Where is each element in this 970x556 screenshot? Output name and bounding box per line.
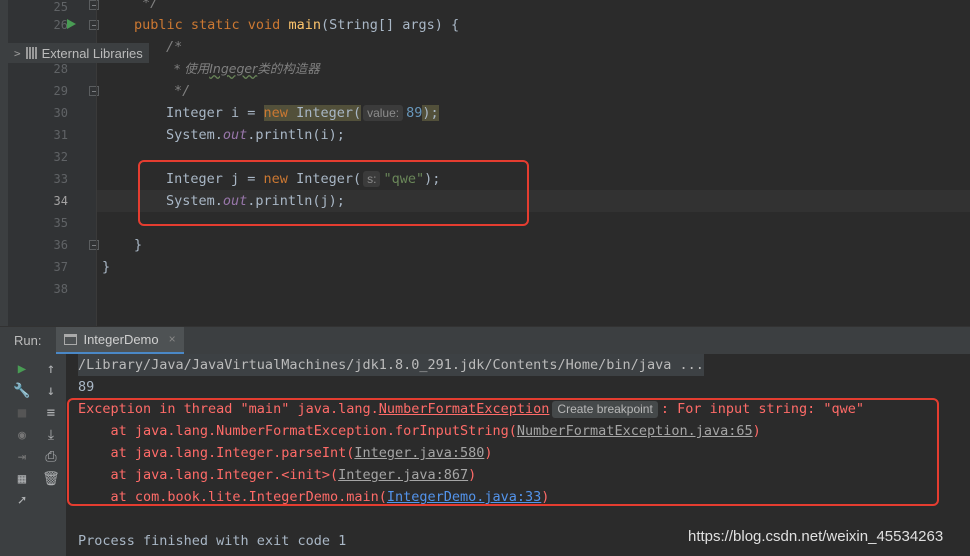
highlight-box-exception — [67, 398, 939, 506]
line-number: 28 — [53, 62, 68, 76]
wrench-icon[interactable]: 🔧 — [11, 380, 33, 402]
pin-icon[interactable]: ➚ — [11, 490, 33, 512]
code-token: .println(i); — [247, 127, 345, 143]
camera-icon[interactable]: ◉ — [11, 424, 33, 446]
external-libraries-label: External Libraries — [41, 45, 143, 61]
run-label: Run: — [14, 333, 42, 348]
exit-icon[interactable]: ⇥ — [11, 446, 33, 468]
line-number: 34 — [53, 194, 68, 208]
console-exit-line: Process finished with exit code 1 — [78, 533, 347, 549]
console-command-line: /Library/Java/JavaVirtualMachines/jdk1.8… — [78, 354, 704, 376]
code-token: * 使用 — [174, 61, 210, 76]
code-line-30: Integer i = new Integer(value: 89); — [166, 102, 439, 124]
run-toolbar: ▶ 🔧 ■ ◉ ⇥ ▦ ➚ ↑ ↓ ≡ ⤓ ⎙ 🗑 — [0, 354, 66, 556]
code-line-27: /* — [166, 39, 183, 55]
code-token: System. — [166, 127, 223, 143]
line-number: 26 — [53, 18, 68, 32]
arrow-down-icon[interactable]: ↓ — [40, 380, 62, 402]
code-line-37: } — [102, 259, 111, 275]
play-icon[interactable]: ▶ — [11, 358, 33, 380]
line-number: 29 — [53, 84, 68, 98]
close-icon[interactable]: × — [169, 332, 176, 346]
code-line-28: * 使用Ingeger类的构造器 — [174, 58, 320, 80]
line-number: 31 — [53, 128, 68, 142]
code-token: out — [222, 127, 248, 143]
code-line-31: System.out.println(i); — [166, 124, 345, 146]
tab-title: IntegerDemo — [83, 331, 159, 347]
fold-icon[interactable] — [89, 86, 99, 96]
parameter-hint: value: — [363, 105, 404, 121]
watermark: https://blog.csdn.net/weixin_45534263 — [688, 528, 944, 545]
code-token: main — [288, 17, 321, 33]
code-token: new — [263, 105, 288, 121]
scroll-to-end-icon[interactable]: ⤓ — [40, 424, 62, 446]
code-token: public static void — [134, 17, 281, 33]
print-icon[interactable]: ⎙ — [40, 446, 62, 468]
code-token: Ingeger — [209, 61, 258, 76]
line-number: 38 — [53, 282, 68, 296]
line-number: 25 — [53, 0, 68, 14]
line-number: 36 — [53, 238, 68, 252]
code-token: (String[] args) { — [320, 17, 460, 33]
chevron-right-icon[interactable]: > — [14, 47, 21, 60]
layout-icon[interactable]: ▦ — [11, 468, 33, 490]
soft-wrap-icon[interactable]: ≡ — [40, 402, 62, 424]
code-line-29: */ — [174, 83, 191, 99]
code-token: ); — [422, 105, 439, 121]
console-output-line: 89 — [78, 379, 95, 395]
code-token: Integer i = — [166, 105, 264, 121]
code-token: 类的构造器 — [257, 61, 320, 76]
arrow-up-icon[interactable]: ↑ — [40, 358, 62, 380]
fold-icon[interactable] — [89, 20, 99, 30]
console-icon — [64, 333, 78, 345]
code-line-25: */ — [142, 0, 159, 11]
external-libraries-node[interactable]: > External Libraries — [8, 43, 149, 63]
library-icon — [25, 47, 37, 59]
code-line-36: } — [134, 237, 143, 253]
line-number: 32 — [53, 150, 68, 164]
tab-integerdemo[interactable]: IntegerDemo × — [56, 326, 184, 355]
line-number: 33 — [53, 172, 68, 186]
line-number: 30 — [53, 106, 68, 120]
tool-window-strip — [0, 0, 8, 326]
code-line-26: public static void main(String[] args) { — [134, 14, 459, 36]
line-number: 37 — [53, 260, 68, 274]
run-tool-window-header: Run: IntegerDemo × — [0, 326, 970, 355]
run-gutter-icon[interactable] — [67, 19, 76, 29]
fold-icon[interactable] — [89, 0, 99, 10]
line-number: 35 — [53, 216, 68, 230]
fold-icon[interactable] — [89, 240, 99, 250]
code-token: 89 — [406, 105, 423, 121]
code-token: Integer( — [287, 105, 362, 121]
highlight-box-code — [138, 160, 529, 226]
stop-icon[interactable]: ■ — [11, 402, 33, 424]
code-editor[interactable]: 25 26 28 29 30 31 32 33 34 35 36 37 38 >… — [0, 0, 970, 326]
trash-icon[interactable]: 🗑 — [40, 468, 62, 490]
